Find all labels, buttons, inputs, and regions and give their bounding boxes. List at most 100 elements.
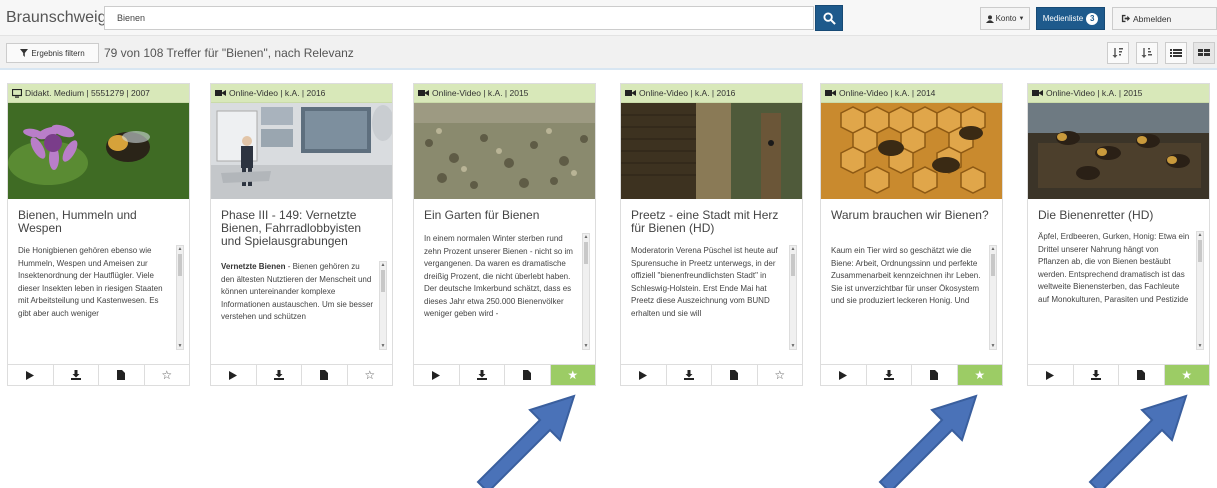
favorite-button[interactable]: ★ [1164, 365, 1209, 385]
scroll-up-icon[interactable]: ▲ [790, 246, 796, 252]
medienliste-count-badge: 3 [1086, 12, 1099, 25]
card-title[interactable]: Ein Garten für Bienen [424, 209, 585, 222]
scroll-up-icon[interactable]: ▲ [380, 262, 386, 268]
card-scrollbar[interactable]: ▲ ▼ [1196, 231, 1204, 350]
play-button[interactable] [8, 365, 54, 385]
download-button[interactable] [256, 365, 302, 385]
media-card[interactable]: Didakt. Medium | 5551279 | 2007 Bienen, … [7, 83, 190, 386]
favorite-button[interactable]: ☆ [757, 365, 802, 385]
favorite-button[interactable]: ☆ [347, 365, 392, 385]
card-scrollbar[interactable]: ▲ ▼ [582, 233, 590, 350]
download-button[interactable] [866, 365, 912, 385]
play-icon [1046, 370, 1055, 380]
abmelden-button[interactable]: Abmelden [1112, 7, 1217, 30]
document-icon [930, 370, 939, 380]
card-body: Bienen, Hummeln und Wespen Die Honigbien… [8, 199, 189, 354]
scroll-up-icon[interactable]: ▲ [1197, 232, 1203, 238]
media-card[interactable]: Online-Video | k.A. | 2016 Preetz - eine… [620, 83, 803, 386]
favorite-button[interactable]: ☆ [144, 365, 189, 385]
filter-button[interactable]: Ergebnis filtern [6, 43, 99, 63]
play-button[interactable] [414, 365, 460, 385]
details-button[interactable] [1119, 365, 1165, 385]
details-button[interactable] [712, 365, 758, 385]
card-title[interactable]: Phase III - 149: Vernetzte Bienen, Fahrr… [221, 209, 382, 248]
card-header: Didakt. Medium | 5551279 | 2007 [8, 84, 189, 103]
card-body: Phase III - 149: Vernetzte Bienen, Fahrr… [211, 199, 392, 354]
scroll-thumb[interactable] [791, 254, 795, 276]
grid-view-button[interactable] [1193, 42, 1215, 64]
card-thumbnail[interactable] [211, 103, 392, 199]
download-icon [683, 370, 694, 380]
card-title[interactable]: Die Bienenretter (HD) [1038, 209, 1199, 222]
card-header: Online-Video | k.A. | 2016 [211, 84, 392, 103]
card-description: Moderatorin Verena Püschel ist heute auf… [631, 246, 778, 318]
scroll-down-icon[interactable]: ▼ [1197, 343, 1203, 349]
scroll-thumb[interactable] [381, 270, 385, 292]
search-button[interactable] [815, 5, 843, 31]
favorite-button[interactable]: ★ [957, 365, 1002, 385]
favorite-button[interactable]: ★ [550, 365, 595, 385]
card-thumbnail[interactable] [621, 103, 802, 199]
details-button[interactable] [912, 365, 958, 385]
download-button[interactable] [1073, 365, 1119, 385]
scroll-up-icon[interactable]: ▲ [583, 234, 589, 240]
card-thumbnail[interactable] [1028, 103, 1209, 199]
download-button[interactable] [459, 365, 505, 385]
medienliste-button[interactable]: Medienliste 3 [1036, 7, 1105, 30]
details-button[interactable] [302, 365, 348, 385]
card-thumbnail[interactable] [821, 103, 1002, 199]
abmelden-label: Abmelden [1133, 13, 1172, 24]
filter-icon [20, 49, 29, 57]
card-thumbnail[interactable] [414, 103, 595, 199]
card-scrollbar[interactable]: ▲ ▼ [176, 245, 184, 350]
card-scrollbar[interactable]: ▲ ▼ [379, 261, 387, 350]
konto-button[interactable]: Konto ▼ [980, 7, 1030, 30]
scroll-down-icon[interactable]: ▼ [583, 343, 589, 349]
download-icon [1090, 370, 1101, 380]
video-camera-icon [825, 90, 836, 96]
scroll-up-icon[interactable]: ▲ [177, 246, 183, 252]
scroll-up-icon[interactable]: ▲ [990, 246, 996, 252]
play-button[interactable] [621, 365, 667, 385]
card-title[interactable]: Preetz - eine Stadt mit Herz für Bienen … [631, 209, 792, 235]
card-title[interactable]: Bienen, Hummeln und Wespen [18, 209, 179, 235]
card-header: Online-Video | k.A. | 2014 [821, 84, 1002, 103]
details-button[interactable] [505, 365, 551, 385]
card-scrollbar[interactable]: ▲ ▼ [989, 245, 997, 350]
media-card[interactable]: Online-Video | k.A. | 2015 Die Bienenret… [1027, 83, 1210, 386]
card-header: Online-Video | k.A. | 2015 [414, 84, 595, 103]
card-meta: Didakt. Medium | 5551279 | 2007 [25, 88, 150, 98]
card-scrollbar[interactable]: ▲ ▼ [789, 245, 797, 350]
star-icon: ☆ [774, 368, 786, 382]
list-view-button[interactable] [1165, 42, 1187, 64]
sort-asc-button[interactable] [1136, 42, 1158, 64]
card-description: In einem normalen Winter sterben rund ze… [424, 234, 573, 318]
media-card[interactable]: Online-Video | k.A. | 2015 Ein Garten fü… [413, 83, 596, 386]
scroll-down-icon[interactable]: ▼ [790, 343, 796, 349]
card-title[interactable]: Warum brauchen wir Bienen? [831, 209, 992, 222]
media-card[interactable]: Online-Video | k.A. | 2016 Phase III - 1… [210, 83, 393, 386]
download-button[interactable] [666, 365, 712, 385]
scroll-thumb[interactable] [178, 254, 182, 276]
scroll-thumb[interactable] [584, 242, 588, 264]
scroll-thumb[interactable] [1198, 240, 1202, 262]
card-thumbnail[interactable] [8, 103, 189, 199]
play-icon [26, 370, 35, 380]
details-button[interactable] [99, 365, 145, 385]
search-input[interactable] [104, 6, 814, 30]
star-icon: ★ [567, 368, 579, 382]
play-button[interactable] [821, 365, 867, 385]
scroll-thumb[interactable] [991, 254, 995, 276]
scroll-down-icon[interactable]: ▼ [177, 343, 183, 349]
play-button[interactable] [1028, 365, 1074, 385]
media-card[interactable]: Online-Video | k.A. | 2014 Warum brauche… [820, 83, 1003, 386]
play-button[interactable] [211, 365, 257, 385]
brand-title[interactable]: Braunschweig [6, 9, 107, 27]
sort-desc-button[interactable] [1107, 42, 1129, 64]
scroll-down-icon[interactable]: ▼ [380, 343, 386, 349]
card-header: Online-Video | k.A. | 2015 [1028, 84, 1209, 103]
download-button[interactable] [53, 365, 99, 385]
scroll-down-icon[interactable]: ▼ [990, 343, 996, 349]
download-icon [883, 370, 894, 380]
video-camera-icon [625, 90, 636, 96]
